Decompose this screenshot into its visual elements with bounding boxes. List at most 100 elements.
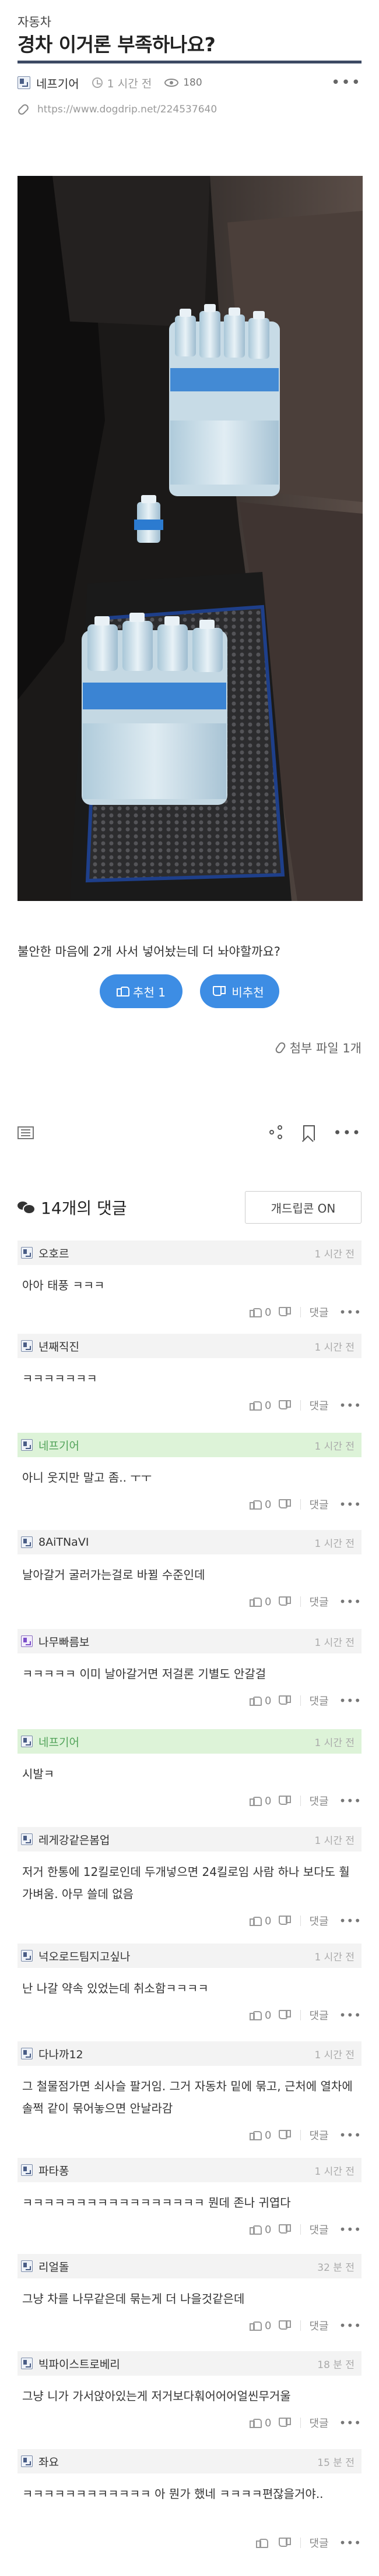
comment-item: 다나까12 1 시간 전그 철물점가면 쇠사슬 팔거임. 그거 자동차 밑에 묶고…: [17, 2041, 362, 2150]
post-url-row[interactable]: https://www.dogdrip.net/224537640: [16, 103, 217, 116]
comment-author[interactable]: 리얼돌: [38, 2259, 69, 2274]
upvote-button[interactable]: 추천 1: [100, 974, 183, 1008]
thumbs-down-icon[interactable]: [280, 1916, 291, 1926]
attachment-link[interactable]: 첨부 파일 1개: [274, 1039, 362, 1056]
comment-author[interactable]: 파타퐁: [38, 2162, 69, 2178]
thumbs-up-icon[interactable]: [250, 2224, 262, 2235]
thumbs-up-icon[interactable]: [250, 2130, 262, 2140]
thumbs-down-icon[interactable]: [280, 1695, 291, 1706]
thumbs-up-icon[interactable]: [250, 1307, 262, 1317]
comment-more-icon[interactable]: •••: [339, 1694, 362, 1708]
thumbs-down-icon[interactable]: [280, 2418, 291, 2428]
thumbs-down-icon[interactable]: [280, 1307, 291, 1317]
share-icon[interactable]: [269, 1125, 285, 1140]
post-author[interactable]: 네프기어: [36, 75, 79, 91]
downvote-label: 비추천: [231, 985, 264, 999]
clock-icon: [92, 77, 103, 88]
thumbs-up-icon[interactable]: [250, 1400, 262, 1411]
comment-more-icon[interactable]: •••: [339, 1794, 362, 1808]
post-photo[interactable]: [17, 176, 363, 901]
list-icon[interactable]: [17, 1126, 34, 1139]
comment-more-icon[interactable]: •••: [339, 2008, 362, 2022]
comment-more-icon[interactable]: •••: [339, 2319, 362, 2333]
thumbs-up-icon[interactable]: [250, 1796, 262, 1806]
post-more-icon[interactable]: •••: [331, 74, 362, 91]
thumbs-up-icon[interactable]: [250, 2010, 262, 2020]
reply-button[interactable]: 댓글: [309, 1793, 328, 1808]
downvote-button[interactable]: 비추천: [200, 974, 279, 1008]
member-level-icon: [21, 1833, 33, 1845]
thumbs-down-icon[interactable]: [280, 2538, 291, 2548]
comment-author[interactable]: 8AiTNaVI: [38, 1536, 89, 1549]
thumbs-up-icon[interactable]: [250, 2418, 262, 2428]
thumbs-up-icon[interactable]: [250, 1695, 262, 1706]
comment-more-icon[interactable]: •••: [339, 1305, 362, 1319]
comment-more-icon[interactable]: •••: [339, 2128, 362, 2142]
comment-author[interactable]: 년째직진: [38, 1338, 79, 1354]
thumbs-down-icon[interactable]: [280, 1596, 291, 1607]
thumbs-down-icon[interactable]: [280, 2320, 291, 2331]
comment-more-icon[interactable]: •••: [339, 1914, 362, 1928]
reply-button[interactable]: 댓글: [309, 2128, 328, 2143]
comment-author[interactable]: 빅파이스트로베리: [38, 2356, 120, 2372]
action-divider: [300, 1400, 301, 1411]
thumbs-up-icon[interactable]: [250, 1596, 262, 1607]
post-time: 1 시간 전: [107, 77, 152, 90]
reply-button[interactable]: 댓글: [309, 2535, 328, 2550]
action-divider: [300, 2538, 301, 2548]
reply-button[interactable]: 댓글: [309, 2415, 328, 2430]
reply-button[interactable]: 댓글: [309, 1305, 328, 1320]
comment-item: 파타퐁 1 시간 전 ㅋㅋㅋㅋㅋㅋㅋㅋㅋㅋㅋㅋㅋㅋㅋㅋㅋ 뭔데 존나 귀엽다 0 댓글 •…: [17, 2158, 362, 2244]
post-category[interactable]: 자동차: [17, 13, 51, 30]
action-divider: [300, 2130, 301, 2140]
comment-item: 리얼돌 32 분 전 그냥 차를 나무같은데 묶는게 더 나을것같은데 0 댓글 •••: [17, 2254, 362, 2340]
comment-author[interactable]: 좌요: [38, 2454, 59, 2469]
comment-author[interactable]: 오호르: [38, 1245, 69, 1261]
reply-button[interactable]: 댓글: [309, 1913, 328, 1928]
comment-header: 오호르 1 시간 전: [17, 1241, 362, 1265]
member-level-icon: [21, 1536, 33, 1548]
reply-button[interactable]: 댓글: [309, 2008, 328, 2023]
comment-header: 레게강같은봄업 1 시간 전: [17, 1827, 362, 1851]
comment-more-icon[interactable]: •••: [339, 2222, 362, 2236]
comment-author[interactable]: 레게강같은봄업: [38, 1832, 110, 1847]
comment-header: 다나까12 1 시간 전: [17, 2041, 362, 2066]
comment-actions: 0 댓글 •••: [250, 2415, 362, 2430]
reply-button[interactable]: 댓글: [309, 1398, 328, 1413]
comment-author[interactable]: 넉오로드팀지고싶나: [38, 1948, 130, 1964]
thumbs-up-icon[interactable]: [250, 1916, 262, 1926]
comment-more-icon[interactable]: •••: [339, 1497, 362, 1511]
comment-author[interactable]: 네프기어: [38, 1437, 79, 1453]
reply-button[interactable]: 댓글: [309, 1497, 328, 1512]
comment-author[interactable]: 나무빠름보: [38, 1634, 89, 1649]
vote-row: 추천 1 비추천: [0, 974, 379, 1008]
comment-more-icon[interactable]: •••: [339, 2536, 362, 2550]
comment-upvote-count: 0: [265, 2223, 272, 2236]
comment-body: 그 철물점가면 쇠사슬 팔거임. 그거 자동차 밑에 묶고, 근처에 열차에 솔…: [22, 2079, 353, 2115]
member-level-icon: [21, 1635, 33, 1647]
bookmark-icon[interactable]: [303, 1125, 315, 1140]
reply-button[interactable]: 댓글: [309, 2318, 328, 2333]
reply-button[interactable]: 댓글: [309, 1594, 328, 1609]
thumbs-down-icon[interactable]: [280, 2224, 291, 2235]
comment-author[interactable]: 다나까12: [38, 2046, 83, 2062]
post-url[interactable]: https://www.dogdrip.net/224537640: [37, 104, 217, 115]
thumbs-up-icon[interactable]: [256, 2538, 269, 2548]
comment-more-icon[interactable]: •••: [339, 1595, 362, 1609]
thumbs-down-icon[interactable]: [280, 2010, 291, 2020]
comment-item: 좌요 15 분 전 ㅋㅋㅋㅋㅋㅋㅋㅋㅋㅋㅋㅋ 아 뭔가 했네 ㅋㅋㅋㅋ편잖을거야..…: [17, 2449, 362, 2557]
reply-button[interactable]: 댓글: [309, 2222, 328, 2237]
thumbs-down-icon[interactable]: [280, 1400, 291, 1411]
thumbs-down-icon[interactable]: [280, 1499, 291, 1510]
comment-header: 나무빠름보 1 시간 전: [17, 1629, 362, 1653]
reply-button[interactable]: 댓글: [309, 1693, 328, 1708]
comment-more-icon[interactable]: •••: [339, 2416, 362, 2430]
comment-author[interactable]: 네프기어: [38, 1734, 79, 1750]
thumbs-down-icon[interactable]: [280, 1796, 291, 1806]
thumbs-down-icon[interactable]: [280, 2130, 291, 2140]
comment-more-icon[interactable]: •••: [339, 1398, 362, 1412]
thumbs-up-icon[interactable]: [250, 1499, 262, 1510]
dogdripcon-toggle-button[interactable]: 개드립콘 ON: [245, 1191, 362, 1224]
thumbs-up-icon[interactable]: [250, 2320, 262, 2331]
more-icon[interactable]: •••: [334, 1125, 362, 1141]
